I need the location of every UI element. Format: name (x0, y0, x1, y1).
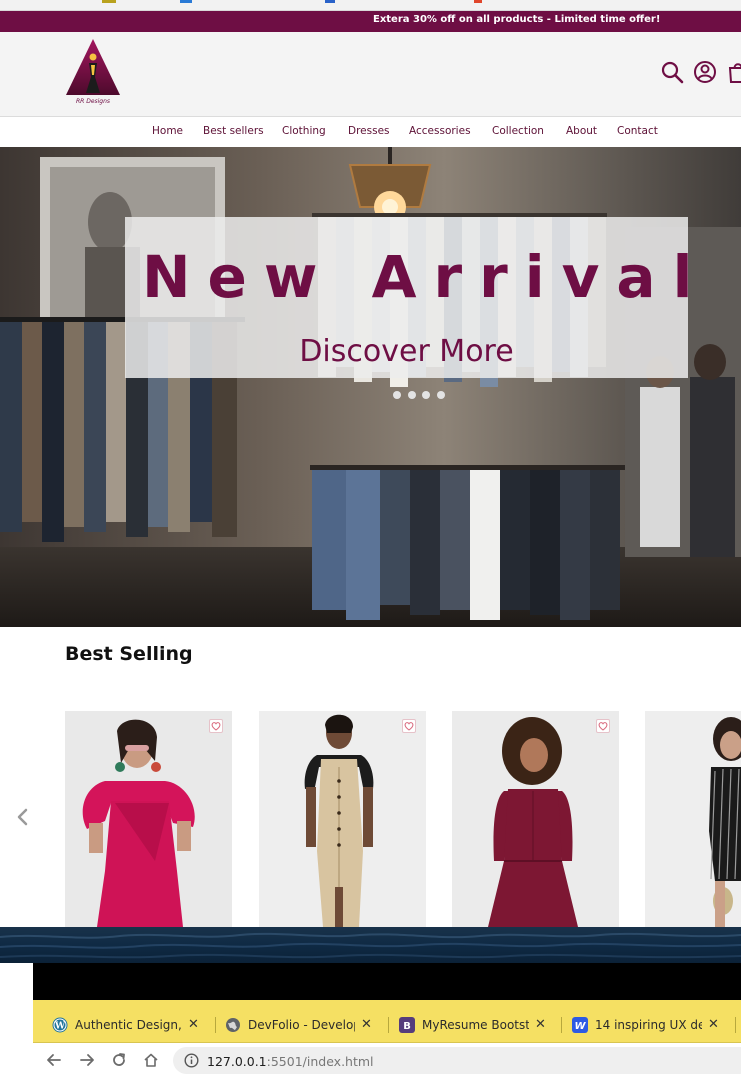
product-image (259, 711, 426, 927)
product-image (645, 711, 741, 927)
close-icon[interactable]: ✕ (361, 1017, 372, 1032)
product-card[interactable] (645, 711, 741, 927)
page: Extera 30% off on all products - Limited… (0, 0, 741, 1088)
nav-dresses[interactable]: Dresses (348, 125, 390, 137)
nav-clothing[interactable]: Clothing (282, 125, 326, 137)
nav-accessories[interactable]: Accessories (409, 125, 471, 137)
svg-text:W: W (574, 1021, 586, 1032)
top-bookmarks-strip (0, 0, 741, 11)
discover-more-link[interactable]: Discover More (125, 334, 688, 369)
product-image (65, 711, 232, 927)
product-card[interactable] (259, 711, 426, 927)
search-icon[interactable] (660, 60, 684, 84)
back-arrow-icon[interactable] (46, 1052, 62, 1068)
url-text: 127.0.0.1:5501/index.html (207, 1054, 374, 1069)
browser-tab[interactable]: DevFolio - Develop ✕ (225, 1014, 385, 1036)
address-bar[interactable]: 127.0.0.1:5501/index.html (173, 1047, 741, 1074)
nav-collection[interactable]: Collection (492, 125, 544, 137)
product-image (452, 711, 619, 927)
nav-contact[interactable]: Contact (617, 125, 658, 137)
webflow-icon: W (572, 1017, 588, 1033)
browser-titlebar (33, 963, 741, 1000)
carousel-dot[interactable] (422, 391, 430, 399)
heart-icon[interactable] (209, 719, 223, 733)
user-icon[interactable] (693, 60, 717, 84)
tab-separator (735, 1017, 736, 1033)
url-path: :5501/index.html (266, 1054, 374, 1069)
svg-text:W: W (54, 1022, 66, 1032)
nav-home[interactable]: Home (152, 125, 183, 137)
nav-about[interactable]: About (566, 125, 597, 137)
product-carousel (0, 711, 741, 927)
main-nav: Home Best sellers Clothing Dresses Acces… (0, 117, 741, 147)
header-icons (660, 60, 741, 84)
nav-best-sellers[interactable]: Best sellers (203, 125, 264, 137)
site-header: RR Designs (0, 32, 741, 117)
close-icon[interactable]: ✕ (188, 1017, 199, 1032)
product-card[interactable] (65, 711, 232, 927)
tab-separator (215, 1017, 216, 1033)
tab-separator (561, 1017, 562, 1033)
footer-banner-image (0, 927, 741, 963)
wordpress-icon: W (52, 1017, 68, 1033)
heart-icon[interactable] (596, 719, 610, 733)
browser-tab-strip: W Authentic Design, I ✕ DevFolio - Devel… (33, 1000, 741, 1043)
globe-icon (225, 1017, 241, 1033)
bag-icon[interactable] (726, 60, 741, 84)
carousel-dot[interactable] (393, 391, 401, 399)
tab-title: Authentic Design, I (75, 1018, 182, 1032)
browser-toolbar: 127.0.0.1:5501/index.html (33, 1043, 741, 1077)
hero-overlay: New Arrival Discover More (125, 217, 710, 378)
tab-title: 14 inspiring UX des (595, 1018, 702, 1032)
bookmarks-bar (0, 1077, 741, 1088)
best-selling-title: Best Selling (65, 643, 193, 665)
carousel-indicators (393, 391, 453, 401)
brand-logo[interactable]: RR Designs (64, 37, 122, 105)
hero-carousel: New Arrival Discover More (0, 147, 741, 627)
hero-title: New Arrival (142, 243, 710, 311)
browser-tab[interactable]: B MyResume Bootstr ✕ (399, 1014, 559, 1036)
url-host: 127.0.0.1 (207, 1054, 267, 1069)
forward-arrow-icon[interactable] (79, 1052, 95, 1068)
tab-title: DevFolio - Develop (248, 1018, 355, 1032)
svg-text:B: B (403, 1021, 411, 1032)
browser-tab[interactable]: W Authentic Design, I ✕ (52, 1014, 212, 1036)
promo-banner: Extera 30% off on all products - Limited… (0, 11, 741, 32)
close-icon[interactable]: ✕ (708, 1017, 719, 1032)
carousel-dot[interactable] (437, 391, 445, 399)
bootstrap-icon: B (399, 1017, 415, 1033)
product-card[interactable] (452, 711, 619, 927)
close-icon[interactable]: ✕ (535, 1017, 546, 1032)
promo-text: Extera 30% off on all products - Limited… (373, 14, 661, 25)
heart-icon[interactable] (402, 719, 416, 733)
tab-title: MyResume Bootstr (422, 1018, 529, 1032)
home-icon[interactable] (143, 1052, 159, 1068)
reload-icon[interactable] (111, 1052, 127, 1068)
browser-tab[interactable]: W 14 inspiring UX des ✕ (572, 1014, 732, 1036)
carousel-dot[interactable] (408, 391, 416, 399)
tab-separator (388, 1017, 389, 1033)
info-icon[interactable] (184, 1053, 199, 1068)
svg-text:RR Designs: RR Designs (76, 98, 110, 105)
